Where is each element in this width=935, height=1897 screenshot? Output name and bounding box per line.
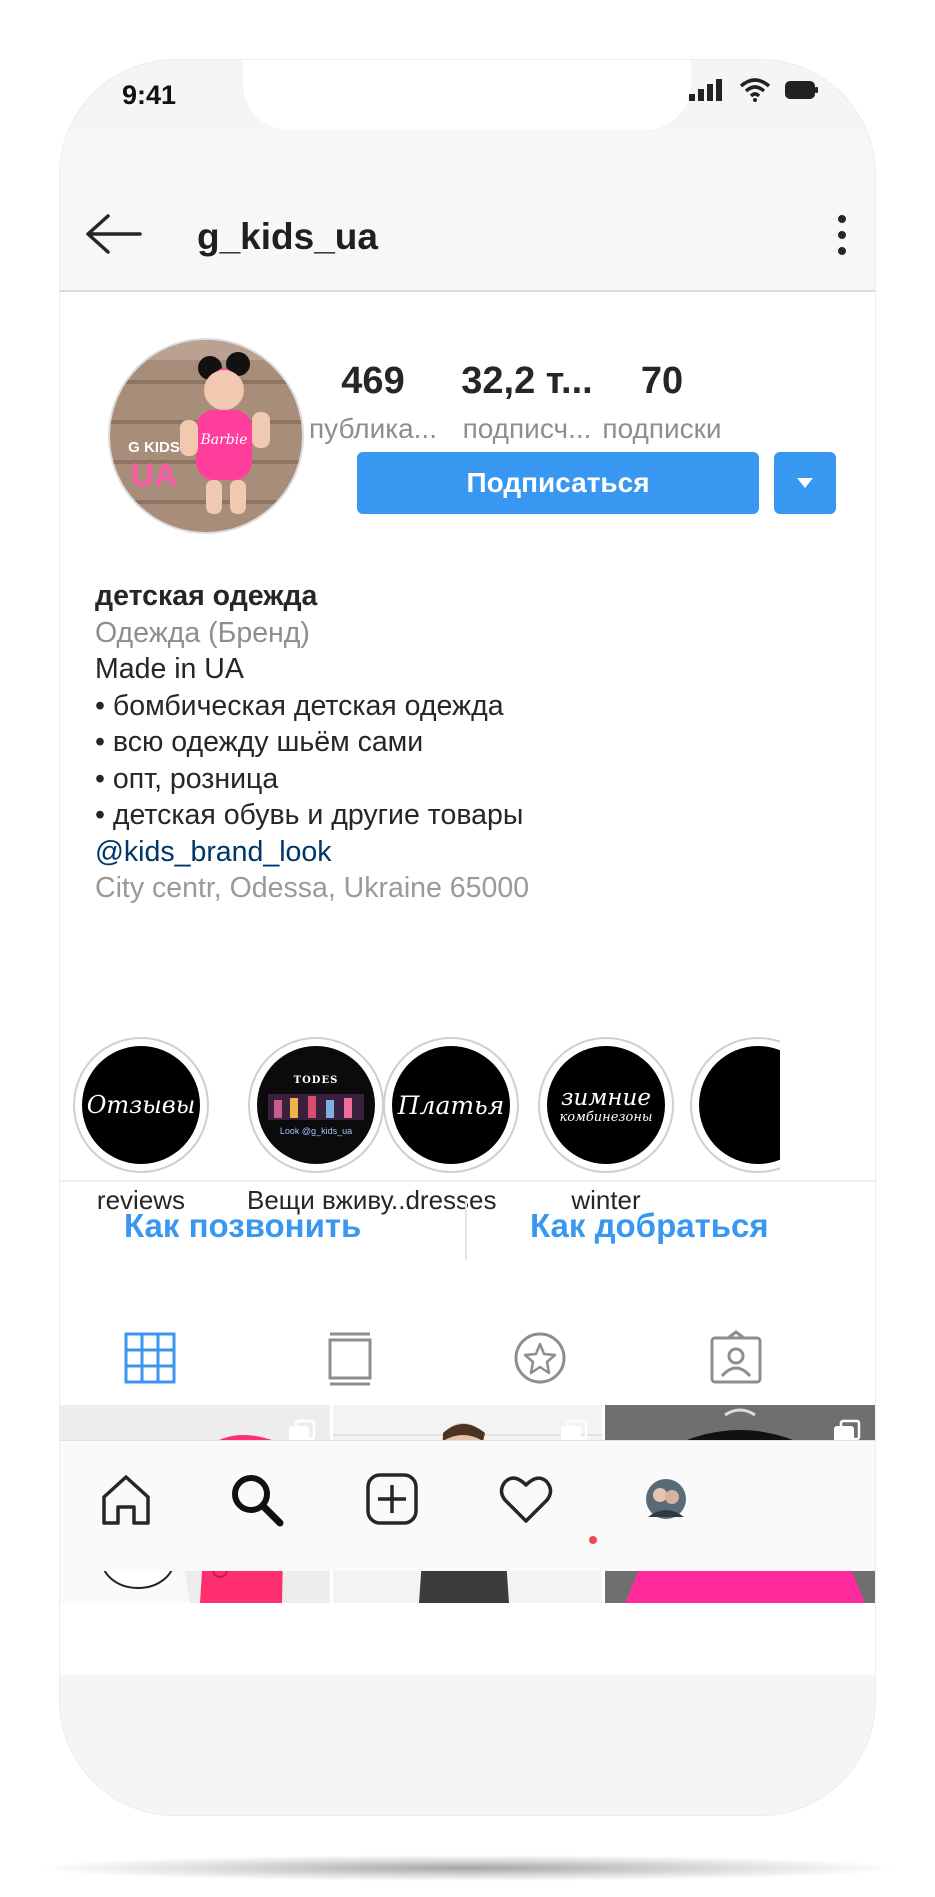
section-divider — [60, 1180, 875, 1182]
caret-down-icon — [797, 478, 813, 488]
phone-notch — [243, 60, 691, 130]
avatar-logo-top: G KIDS — [128, 439, 180, 456]
highlight-ring: Отзывы — [73, 1037, 209, 1173]
bio-line: • опт, розница — [95, 762, 279, 795]
stat-following-value: 70 — [640, 360, 684, 402]
profile-username: g_kids_ua — [197, 216, 378, 257]
avatar-logo-bottom: UA — [131, 457, 177, 493]
profile-icon — [646, 1479, 686, 1519]
profile-avatar[interactable]: Barbie G KIDS UA — [110, 340, 302, 532]
highlight-more[interactable] — [690, 1037, 780, 1173]
highlight-live-items[interactable]: TODES Look @g_kids_ua Вещи вживу... — [247, 1037, 413, 1216]
bio-line: Made in UA — [95, 653, 244, 685]
add-icon — [366, 1473, 418, 1525]
highlight-dresses[interactable]: Платья dresses — [382, 1037, 520, 1216]
highlight-label: dresses — [405, 1185, 497, 1215]
wifi-icon — [739, 78, 771, 102]
highlight-cover: Платья — [392, 1046, 510, 1164]
status-icons — [689, 78, 819, 102]
signal-icon — [689, 79, 722, 101]
bio-mention-link[interactable]: @kids_brand_look — [95, 834, 835, 871]
app-screen: g_kids_ua Barbie G KIDS UA 469 публика..… — [60, 130, 875, 1675]
back-arrow-icon — [86, 214, 142, 254]
status-time: 9:41 — [122, 80, 177, 110]
notification-dot — [589, 1536, 597, 1544]
feed-icon — [328, 1332, 372, 1386]
call-button[interactable]: Как позвонить — [124, 1207, 361, 1245]
profile-bio: детская одежда Одежда (Бренд) Made in UA… — [95, 578, 835, 907]
stat-following[interactable]: 70 подписки — [572, 360, 752, 445]
nav-create[interactable] — [362, 1469, 422, 1529]
battery-icon — [785, 81, 818, 99]
tagged-icon — [710, 1330, 762, 1384]
device-shadow — [40, 1855, 895, 1881]
heart-icon — [499, 1476, 553, 1523]
bottom-navigation — [60, 1440, 875, 1571]
back-button[interactable] — [84, 212, 144, 256]
bio-line: • всю одежду шьём сами — [95, 726, 424, 758]
highlight-winter[interactable]: зимние комбинезоны winter — [537, 1037, 675, 1216]
highlight-ring — [690, 1037, 780, 1173]
home-icon — [102, 1475, 150, 1525]
bio-line: • бомбическая детская одежда — [95, 689, 504, 722]
nav-activity[interactable] — [496, 1469, 556, 1529]
avatar-shirt-text: Barbie — [199, 432, 247, 448]
more-vertical-icon — [838, 215, 846, 255]
phone-frame: 9:41 g_kids_ua Barbie G KIDS UA 469 публ… — [60, 60, 875, 1815]
contact-separator — [465, 1200, 467, 1260]
bio-category[interactable]: Одежда (Бренд) — [95, 615, 835, 652]
bio-line: • детская обувь и другие товары — [95, 799, 524, 831]
follow-button[interactable]: Подписаться — [357, 452, 759, 514]
stage-lights-icon — [268, 1093, 364, 1120]
nav-search[interactable] — [226, 1469, 286, 1529]
directions-button[interactable]: Как добраться — [530, 1207, 769, 1245]
nav-home[interactable] — [96, 1469, 156, 1529]
profile-tabs — [60, 1302, 875, 1406]
highlight-ring: Платья — [383, 1037, 519, 1173]
stat-following-label: подписки — [602, 413, 722, 444]
tab-feed[interactable] — [322, 1330, 378, 1386]
nav-profile[interactable] — [636, 1469, 696, 1529]
search-icon — [232, 1475, 284, 1527]
bio-name: детская одежда — [95, 580, 318, 612]
suggested-dropdown-button[interactable] — [774, 452, 836, 514]
bio-location[interactable]: City centr, Odessa, Ukraine 65000 — [95, 870, 835, 907]
more-options-button[interactable] — [827, 210, 857, 260]
highlight-cover: зимние комбинезоны — [547, 1046, 665, 1164]
highlight-cover: TODES Look @g_kids_ua — [257, 1046, 375, 1164]
guides-star-icon — [514, 1332, 566, 1384]
highlight-ring: зимние комбинезоны — [538, 1037, 674, 1173]
grid-icon — [124, 1332, 176, 1384]
tab-tagged[interactable] — [708, 1330, 764, 1386]
highlight-cover: Отзывы — [82, 1046, 200, 1164]
profile-header: g_kids_ua — [60, 130, 875, 292]
highlight-cover — [699, 1046, 780, 1164]
tab-grid[interactable] — [122, 1330, 178, 1386]
highlight-reviews[interactable]: Отзывы reviews — [72, 1037, 210, 1216]
tab-guides[interactable] — [512, 1330, 568, 1386]
highlight-ring: TODES Look @g_kids_ua — [248, 1037, 384, 1173]
